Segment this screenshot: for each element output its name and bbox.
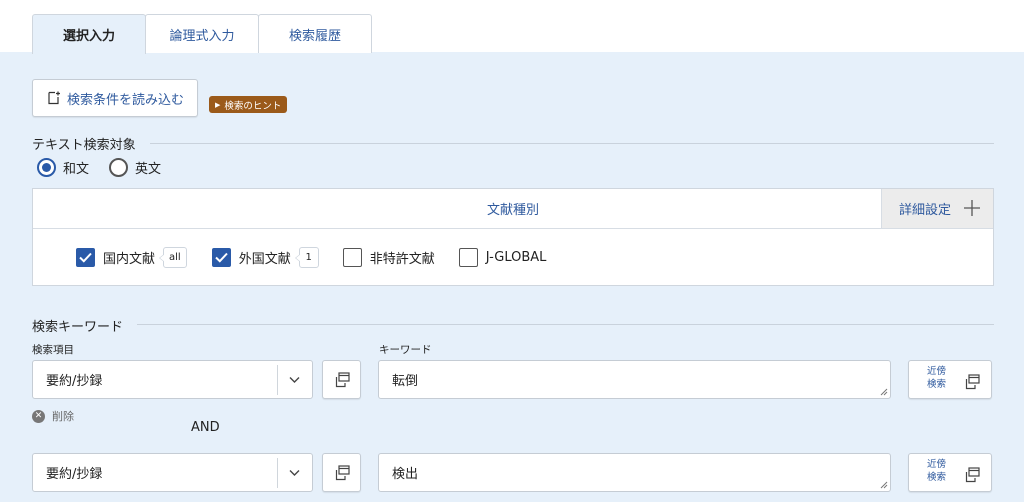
tab-select-input[interactable]: 選択入力 — [32, 14, 146, 54]
keyword-input-2[interactable]: 検出 — [378, 453, 891, 492]
field-list-button-1[interactable] — [322, 360, 361, 399]
operator-label: AND — [191, 420, 220, 435]
keyword-input-1[interactable]: 転倒 — [378, 360, 891, 399]
search-field-value: 要約/抄録 — [46, 467, 103, 482]
detail-settings-button[interactable]: 詳細設定 — [881, 189, 993, 228]
checkmark-icon — [215, 252, 228, 263]
proximity-label-line2: 検索 — [927, 472, 947, 483]
proximity-search-label: 近傍 検索 — [927, 365, 946, 391]
checkbox-jglobal-label: J-GLOBAL — [485, 250, 547, 265]
keyword-value: 検出 — [392, 467, 419, 482]
load-conditions-label: 検索条件を読み込む — [67, 92, 185, 108]
chevron-down-icon — [289, 470, 300, 476]
select-divider — [277, 365, 278, 395]
delete-row-button[interactable]: ✕ 削除 — [32, 408, 74, 424]
checkbox-nonpatent[interactable] — [342, 248, 362, 267]
select-divider — [277, 458, 278, 488]
load-file-icon — [48, 91, 60, 105]
keyword-section-title: 検索キーワード — [32, 320, 124, 335]
popup-window-icon — [965, 467, 980, 483]
resize-handle-icon[interactable] — [880, 388, 888, 396]
search-hint-label: 検索のヒント — [224, 100, 282, 112]
radio-english-label: 英文 — [135, 162, 162, 177]
plus-icon — [964, 200, 980, 216]
load-conditions-button[interactable]: 検索条件を読み込む — [32, 79, 198, 117]
checkbox-domestic-label: 国内文献 — [103, 252, 156, 267]
search-field-select-1[interactable]: 要約/抄録 — [32, 360, 313, 399]
detail-settings-label: 詳細設定 — [899, 203, 952, 218]
close-icon: ✕ — [32, 409, 45, 423]
popup-window-icon — [335, 464, 350, 480]
foreign-count-badge: 1 — [294, 247, 319, 268]
popup-window-icon — [335, 371, 350, 387]
doc-type-box: 文献種別 詳細設定 国内文献 all 外国文献 1 非特許文献 J-GLOBAL — [32, 188, 994, 286]
radio-japanese[interactable] — [37, 158, 56, 177]
checkmark-icon — [79, 252, 92, 263]
text-target-radio-group: 和文 英文 — [37, 158, 181, 177]
search-hint-badge[interactable]: ▶ 検索のヒント — [209, 96, 288, 113]
doc-type-checkboxes: 国内文献 all 外国文献 1 非特許文献 J-GLOBAL — [76, 247, 546, 268]
radio-japanese-label: 和文 — [63, 162, 90, 177]
proximity-search-button-1[interactable]: 近傍 検索 — [908, 360, 992, 399]
resize-handle-icon[interactable] — [880, 481, 888, 489]
play-icon: ▶ — [215, 100, 221, 109]
radio-english[interactable] — [109, 158, 129, 177]
checkbox-foreign[interactable] — [211, 248, 231, 267]
section-divider — [137, 324, 994, 325]
domestic-count-badge: all — [159, 247, 187, 268]
proximity-search-button-2[interactable]: 近傍 検索 — [908, 453, 992, 492]
delete-label: 削除 — [52, 410, 74, 423]
popup-window-icon — [965, 374, 980, 390]
search-field-value: 要約/抄録 — [46, 374, 103, 389]
checkbox-jglobal[interactable] — [458, 248, 478, 267]
checkbox-foreign-label: 外国文献 — [238, 252, 291, 267]
search-field-select-2[interactable]: 要約/抄録 — [32, 453, 313, 492]
keyword-column-label: キーワード — [379, 344, 432, 356]
chevron-down-icon — [289, 377, 300, 383]
section-divider — [150, 143, 994, 144]
search-mode-tabs: 選択入力 論理式入力 検索履歴 — [32, 14, 372, 54]
tab-logic-input[interactable]: 論理式入力 — [145, 14, 259, 53]
doc-type-title: 文献種別 — [486, 203, 539, 218]
proximity-label-line1: 近傍 — [927, 459, 947, 470]
checkbox-nonpatent-label: 非特許文献 — [369, 252, 435, 267]
field-column-label: 検索項目 — [32, 344, 74, 356]
checkbox-domestic[interactable] — [76, 248, 95, 267]
proximity-search-label: 近傍 検索 — [927, 458, 946, 484]
doc-type-header: 文献種別 詳細設定 — [33, 189, 993, 229]
proximity-label-line2: 検索 — [927, 379, 947, 390]
proximity-label-line1: 近傍 — [927, 366, 947, 377]
keyword-value: 転倒 — [392, 374, 419, 389]
tab-search-history[interactable]: 検索履歴 — [258, 14, 372, 53]
field-list-button-2[interactable] — [322, 453, 361, 492]
text-target-title: テキスト検索対象 — [32, 138, 136, 153]
